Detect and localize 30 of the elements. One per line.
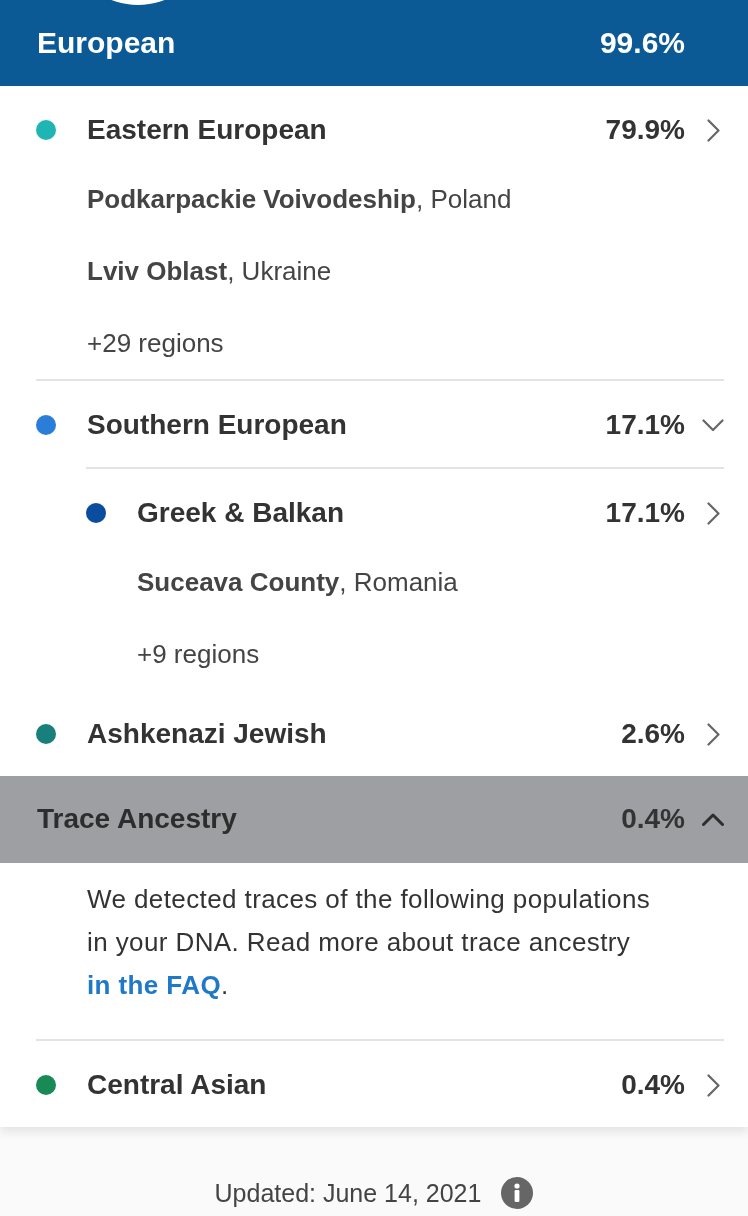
percentage-text: 0.4% [621,1068,685,1102]
population-name: Eastern European [87,113,328,147]
percentage-text: 0.4% [621,802,685,836]
percentage-text: 17.1% [605,496,685,530]
chevron-down-icon[interactable] [702,418,724,432]
percentage-text: 17.1% [605,408,685,442]
population-name: Ashkenazi Jewish [87,717,328,751]
population-name: Central Asian [87,1068,268,1102]
population-name: Southern European [87,408,348,442]
updated-date-text: Updated: June 14, 2021 [214,1178,482,1209]
more-regions-link[interactable]: +29 regions [87,326,224,360]
category-percentage: 99.6% [599,25,685,61]
info-icon[interactable] [501,1177,534,1209]
chevron-right-icon[interactable] [707,722,720,746]
percentage-text: 79.9% [605,113,685,147]
section-header[interactable]: Trace Ancestry 0.4% [0,776,748,863]
description-text: We detected traces of the following populations in your DNA. Read more about trace ancestry in the FAQ. [86,883,652,1002]
category-title: European [37,25,177,61]
region-text: Lviv Oblast, Ukraine [87,255,332,288]
chevron-right-icon[interactable] [707,501,720,525]
chevron-up-icon[interactable] [702,812,724,826]
section-title: Trace Ancestry [37,802,238,836]
population-name: Greek & Balkan [137,496,345,530]
percentage-text: 2.6% [621,717,685,751]
chevron-right-icon[interactable] [707,118,720,142]
faq-link[interactable]: in the FAQ [87,970,221,1000]
chevron-right-icon[interactable] [707,1073,720,1097]
region-text: Suceava County, Romania [137,566,458,599]
region-text: Podkarpackie Voivodeship, Poland [87,183,512,216]
more-regions-link[interactable]: +9 regions [137,637,260,671]
